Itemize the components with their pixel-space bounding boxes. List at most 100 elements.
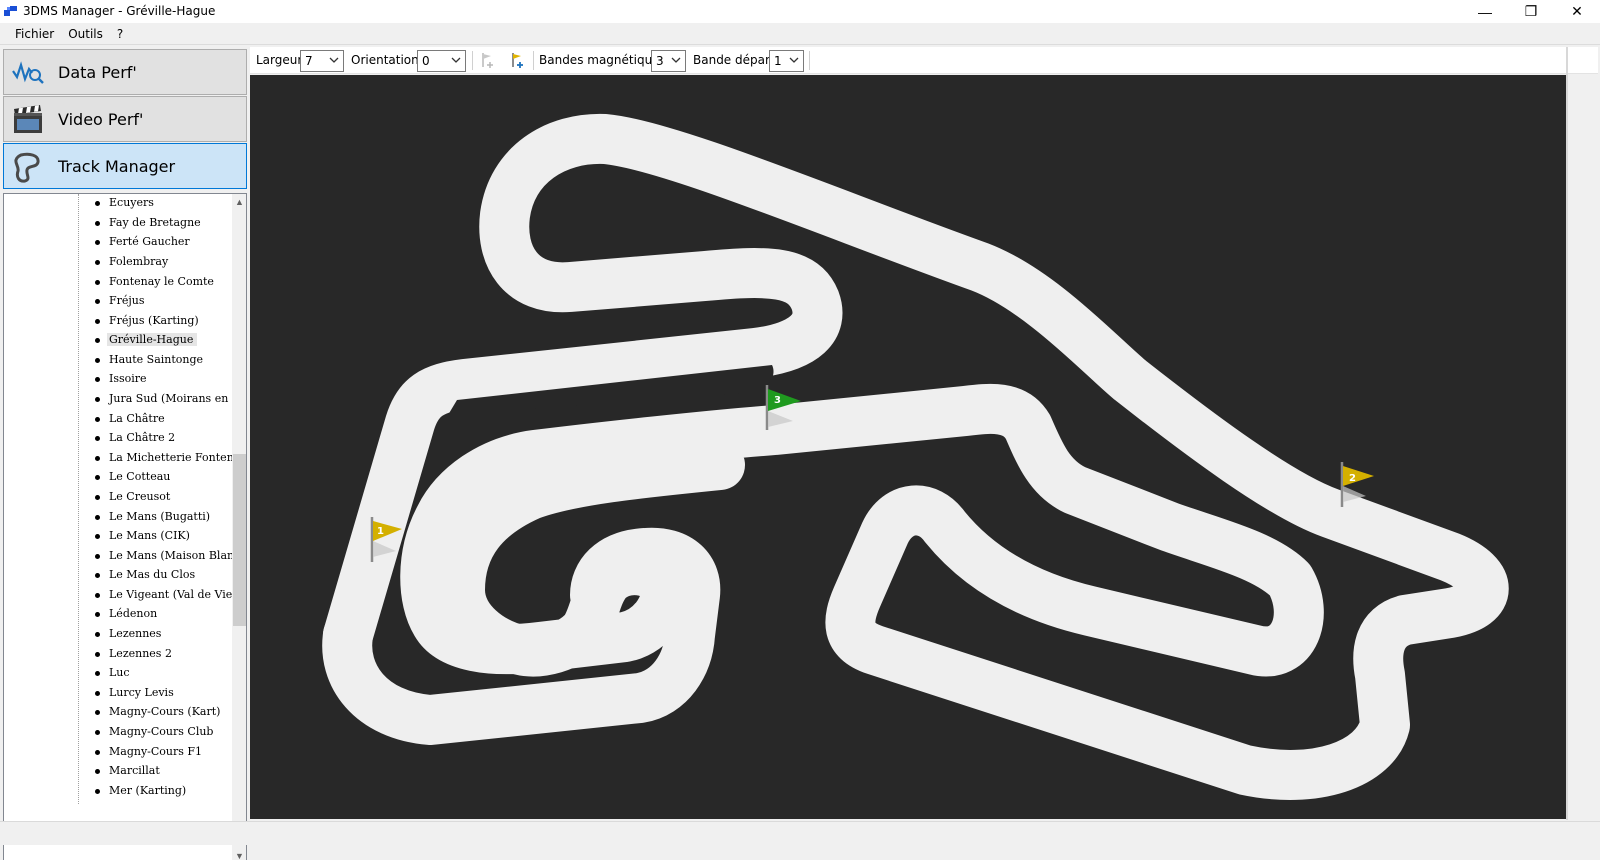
tree-item[interactable]: Le Vigeant (Val de Vienne) <box>4 585 237 605</box>
tree-bullet <box>95 534 100 539</box>
chevron-down-icon <box>329 57 339 63</box>
flag-2-number: 2 <box>1349 473 1356 484</box>
menu-fichier[interactable]: Fichier <box>8 27 61 41</box>
tree-item-label: Lédenon <box>109 607 158 620</box>
tree-item-label: Lezennes <box>109 627 162 640</box>
tree-item[interactable]: Magny-Cours (Kart) <box>4 702 229 722</box>
tree-item[interactable]: Ferté Gaucher <box>4 232 229 252</box>
nav-track-manager-button[interactable]: Track Manager <box>3 143 247 189</box>
tree-item[interactable]: Fay de Bretagne <box>4 213 229 233</box>
track-tree: Ecuyers Fay de Bretagne Ferté Gaucher Fo… <box>3 193 247 860</box>
tree-item[interactable]: Le Mas du Clos <box>4 565 229 585</box>
tree-bullet <box>95 377 100 382</box>
waveform-search-icon <box>12 61 44 84</box>
tree-bullet <box>95 240 100 245</box>
chevron-down-icon <box>671 57 681 63</box>
largeur-label: Largeur <box>256 53 303 67</box>
maximize-button[interactable]: ❐ <box>1508 0 1554 23</box>
tree-bullet <box>95 769 100 774</box>
nav-data-perf-button[interactable]: Data Perf' <box>3 49 247 95</box>
tree-item[interactable]: Le Cotteau <box>4 467 229 487</box>
nav-video-perf-label: Video Perf' <box>58 110 144 129</box>
flag-add-icon[interactable] <box>509 51 527 69</box>
tree-bullet <box>95 750 100 755</box>
nav-video-perf-button[interactable]: Video Perf' <box>3 96 247 142</box>
flag-add-disabled-icon[interactable] <box>479 51 497 69</box>
tree-item[interactable]: Lédenon <box>4 604 229 624</box>
tree-bullet <box>95 260 100 265</box>
tree-item[interactable]: La Châtre 2 <box>4 428 229 448</box>
tree-item[interactable]: Fréjus (Karting) <box>4 311 229 331</box>
track-outline-icon <box>14 152 40 183</box>
tree-bullet <box>95 358 100 363</box>
bandes-magnetiques-select[interactable]: 3 <box>651 50 686 72</box>
bande-depart-label: Bande départ <box>693 53 775 67</box>
tree-bullet <box>95 299 100 304</box>
tree-item-label: Ecuyers <box>109 196 154 209</box>
bande-depart-select[interactable]: 1 <box>769 50 804 72</box>
scroll-thumb[interactable] <box>233 454 246 626</box>
tree-item[interactable]: Lurcy Levis <box>4 683 229 703</box>
tree-item-label: Haute Saintonge <box>109 353 204 366</box>
tree-item[interactable]: Le Mans (Bugatti) <box>4 507 229 527</box>
scroll-down-icon[interactable]: ▼ <box>232 848 246 860</box>
tree-vertical-scrollbar[interactable]: ▲ ▼ <box>232 194 246 860</box>
tree-item[interactable]: Le Creusot <box>4 487 229 507</box>
largeur-select[interactable]: 7 <box>300 50 344 72</box>
flag-3-number: 3 <box>774 395 781 406</box>
tree-item-label: Magny-Cours (Kart) <box>109 705 221 718</box>
chevron-down-icon <box>789 57 799 63</box>
app-logo-icon <box>4 6 17 16</box>
tree-item[interactable]: Ecuyers <box>4 194 229 213</box>
tree-bullet <box>95 221 100 226</box>
title-bar: 3DMS Manager - Gréville-Hague — ❐ ✕ <box>0 0 1600 23</box>
minimize-button[interactable]: — <box>1462 0 1508 23</box>
tree-item[interactable]: Folembray <box>4 252 229 272</box>
menu-help[interactable]: ? <box>110 27 130 41</box>
menu-outils[interactable]: Outils <box>61 27 110 41</box>
tree-bullet <box>95 515 100 520</box>
toolbar-separator <box>809 51 810 70</box>
tree-item[interactable]: Magny-Cours F1 <box>4 742 229 762</box>
tree-bullet <box>95 671 100 676</box>
tree-item-selected[interactable]: Gréville-Hague <box>4 330 229 350</box>
tree-item-label: Ferté Gaucher <box>109 235 190 248</box>
tree-bullet <box>95 710 100 715</box>
toolbar-separator <box>533 51 534 70</box>
orientation-label: Orientation <box>351 53 419 67</box>
tree-item[interactable]: Issoire <box>4 369 229 389</box>
tree-item[interactable]: Lezennes 2 <box>4 644 229 664</box>
tree-item[interactable]: Fontenay le Comte <box>4 272 229 292</box>
app-window: 3DMS Manager - Gréville-Hague — ❐ ✕ Fich… <box>0 0 1600 860</box>
tree-item-label: Luc <box>109 666 130 679</box>
orientation-value: 0 <box>422 54 430 68</box>
close-button[interactable]: ✕ <box>1554 0 1600 23</box>
orientation-select[interactable]: 0 <box>417 50 466 72</box>
tree-item[interactable]: La Châtre <box>4 409 229 429</box>
tree-item[interactable]: Haute Saintonge <box>4 350 229 370</box>
track-canvas[interactable]: 1 2 3 <box>250 75 1566 819</box>
bande-depart-value: 1 <box>774 54 782 68</box>
tree-item[interactable]: Luc <box>4 663 229 683</box>
tree-item-label: Le Cotteau <box>109 470 171 483</box>
tree-item[interactable]: Le Mans (Maison Blanche) <box>4 546 237 566</box>
tree-bullet <box>95 338 100 343</box>
toolbar-separator <box>472 51 473 70</box>
tree-item[interactable]: Magny-Cours Club <box>4 722 229 742</box>
menu-bar: Fichier Outils ? <box>0 23 1600 45</box>
track-toolbar: Largeur 7 Orientation 0 Bandes magnétiqu… <box>250 47 1598 74</box>
tree-bullet <box>95 612 100 617</box>
tree-item-label: Fréjus <box>109 294 145 307</box>
tree-item[interactable]: Jura Sud (Moirans en Mont <box>4 389 237 409</box>
tree-item[interactable]: Marcillat <box>4 761 229 781</box>
tree-item[interactable]: Le Mans (CIK) <box>4 526 229 546</box>
tree-bullet <box>95 280 100 285</box>
tree-item-label: Lezennes 2 <box>109 647 172 660</box>
tree-item[interactable]: Fréjus <box>4 291 229 311</box>
tree-item-label: Le Creusot <box>109 490 171 503</box>
scroll-up-icon[interactable]: ▲ <box>232 194 246 211</box>
tree-bullet <box>95 495 100 500</box>
tree-item[interactable]: La Michetterie Fontenay <box>4 448 237 468</box>
tree-item[interactable]: Mer (Karting) <box>4 781 229 801</box>
tree-item[interactable]: Lezennes <box>4 624 229 644</box>
